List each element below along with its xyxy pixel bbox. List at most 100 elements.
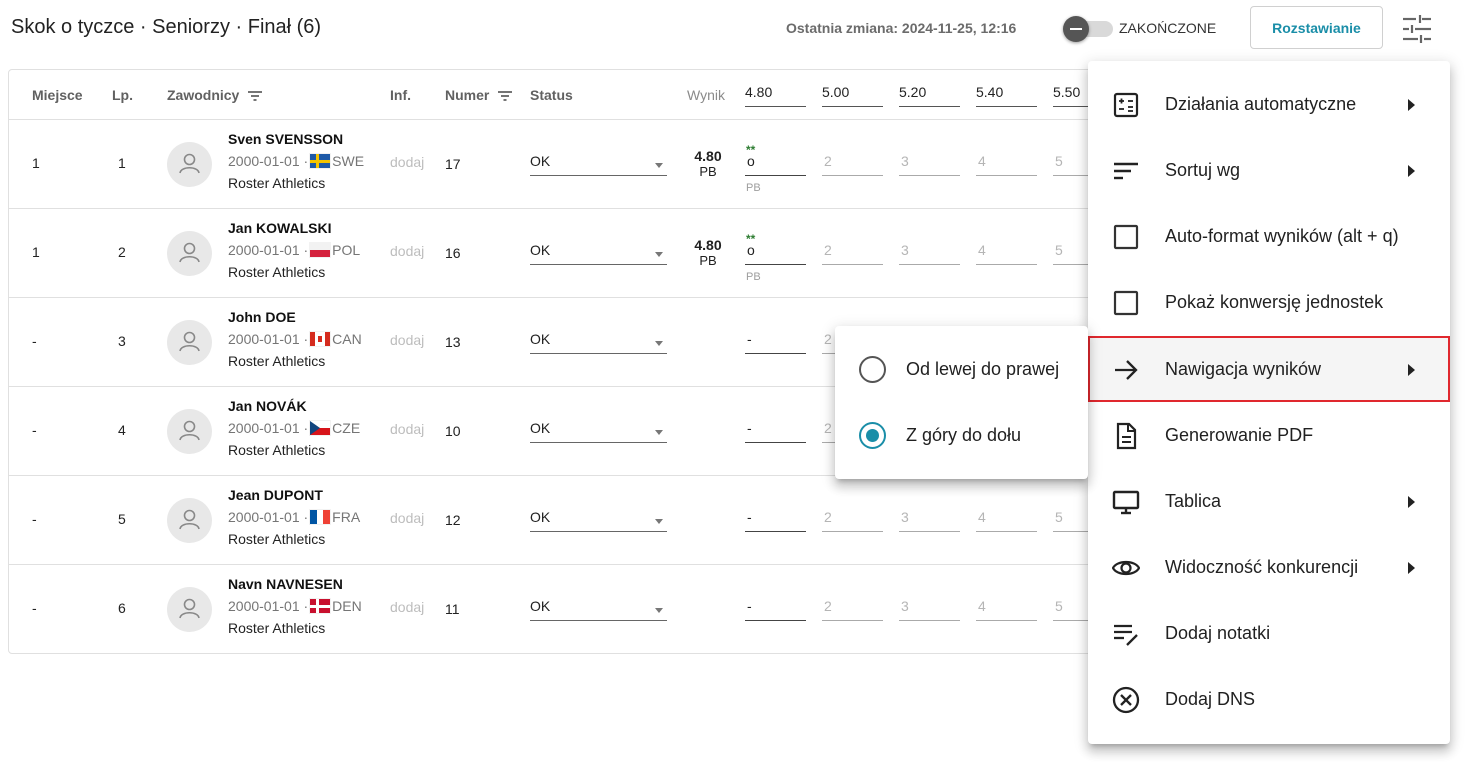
eye-icon bbox=[1112, 560, 1140, 576]
calculator-icon bbox=[1113, 92, 1139, 118]
attempt-input[interactable]: - bbox=[745, 598, 806, 621]
header-status: Status bbox=[530, 87, 573, 103]
athlete-details: 2000-01-01 · SWE bbox=[228, 153, 364, 169]
attempt-input[interactable]: o bbox=[745, 153, 806, 176]
menu-item-label: Pokaż konwersję jednostek bbox=[1165, 292, 1384, 312]
inf-add-link[interactable]: dodaj bbox=[390, 599, 424, 615]
menu-item-label: Generowanie PDF bbox=[1165, 425, 1314, 445]
athlete-dob: 2000-01-01 · bbox=[228, 153, 309, 169]
inf-add-link[interactable]: dodaj bbox=[390, 421, 424, 437]
menu-item-auto-format[interactable]: Auto-format wyników (alt + q) bbox=[1088, 203, 1450, 269]
athlete-country: DEN bbox=[332, 598, 362, 614]
attempt-placeholder: 2 bbox=[824, 331, 832, 347]
inf-add-link[interactable]: dodaj bbox=[390, 243, 424, 259]
height-input[interactable]: 5.00 bbox=[822, 82, 883, 107]
height-input[interactable]: 5.40 bbox=[976, 82, 1037, 107]
inf-add-link[interactable]: dodaj bbox=[390, 332, 424, 348]
option-left-to-right[interactable]: Od lewej do prawej bbox=[835, 337, 1088, 403]
attempt-input[interactable]: 2 bbox=[822, 242, 883, 265]
toggle-knob[interactable] bbox=[1063, 16, 1089, 42]
status-select[interactable]: OK bbox=[530, 420, 667, 443]
height-input[interactable]: 5.50 bbox=[1053, 82, 1093, 107]
attempt-input[interactable]: 4 bbox=[976, 242, 1037, 265]
attempt-input[interactable]: 2 bbox=[822, 509, 883, 532]
athlete-name[interactable]: Navn NAVNESEN bbox=[228, 576, 343, 592]
status-select[interactable]: OK bbox=[530, 509, 667, 532]
radio-button[interactable] bbox=[859, 356, 886, 383]
attempt-placeholder: 3 bbox=[901, 242, 909, 258]
dropdown-caret-icon bbox=[655, 608, 663, 613]
athlete-name[interactable]: Jan NOVÁK bbox=[228, 398, 307, 414]
menu-item-result-navigation[interactable]: Nawigacja wyników bbox=[1088, 336, 1450, 402]
status-select[interactable]: OK bbox=[530, 242, 667, 265]
header-lp[interactable]: Lp. bbox=[112, 87, 133, 103]
menu-item-unit-conversion[interactable]: Pokaż konwersję jednostek bbox=[1088, 269, 1450, 335]
avatar bbox=[167, 409, 212, 454]
athlete-club: Roster Athletics bbox=[228, 442, 326, 458]
attempt-input[interactable]: 4 bbox=[976, 509, 1037, 532]
attempt-input[interactable]: o bbox=[745, 242, 806, 265]
radio-button-selected[interactable] bbox=[859, 422, 886, 449]
menu-item-notes[interactable]: Dodaj notatki bbox=[1088, 600, 1450, 666]
lp-cell: 6 bbox=[118, 600, 126, 616]
menu-item-visibility[interactable]: Widoczność konkurencji bbox=[1088, 534, 1450, 600]
status-select[interactable]: OK bbox=[530, 153, 667, 176]
place-cell: - bbox=[32, 600, 37, 616]
header-athletes[interactable]: Zawodnicy bbox=[167, 87, 263, 103]
attempt-input[interactable]: 5 bbox=[1053, 509, 1093, 532]
attempt-input[interactable]: 4 bbox=[976, 598, 1037, 621]
athlete-name[interactable]: John DOE bbox=[228, 309, 296, 325]
attempt-input[interactable]: 3 bbox=[899, 598, 960, 621]
status-select[interactable]: OK bbox=[530, 598, 667, 621]
athlete-country: CAN bbox=[332, 331, 362, 347]
dropdown-caret-icon bbox=[655, 252, 663, 257]
attempt-input[interactable]: - bbox=[745, 331, 806, 354]
status-select[interactable]: OK bbox=[530, 331, 667, 354]
attempt-input[interactable]: 2 bbox=[822, 598, 883, 621]
attempt-input[interactable]: - bbox=[745, 509, 806, 532]
option-top-to-bottom[interactable]: Z góry do dołu bbox=[835, 403, 1088, 469]
menu-item-dns[interactable]: Dodaj DNS bbox=[1088, 666, 1450, 732]
attempt-input[interactable]: 5 bbox=[1053, 598, 1093, 621]
attempt-input[interactable]: 5 bbox=[1053, 153, 1093, 176]
finished-toggle[interactable] bbox=[1063, 15, 1115, 43]
height-input[interactable]: 5.20 bbox=[899, 82, 960, 107]
attempt-input[interactable]: 5 bbox=[1053, 242, 1093, 265]
attempt-input[interactable]: 3 bbox=[899, 153, 960, 176]
result-note: PB bbox=[699, 164, 717, 179]
attempt-placeholder: 2 bbox=[824, 242, 832, 258]
header-number[interactable]: Numer bbox=[445, 87, 513, 103]
filter-icon[interactable] bbox=[497, 90, 513, 102]
menu-item-auto-actions[interactable]: Działania automatyczne bbox=[1088, 71, 1450, 137]
menu-item-label: Tablica bbox=[1165, 491, 1222, 511]
checkbox-icon[interactable] bbox=[1112, 223, 1140, 251]
dropdown-caret-icon bbox=[655, 163, 663, 168]
tune-icon[interactable] bbox=[1400, 12, 1434, 46]
checkbox-icon[interactable] bbox=[1112, 289, 1140, 317]
attempt-input[interactable]: 2 bbox=[822, 153, 883, 176]
menu-item-label: Sortuj wg bbox=[1165, 160, 1241, 180]
inf-add-link[interactable]: dodaj bbox=[390, 510, 424, 526]
menu-item-pdf[interactable]: Generowanie PDF bbox=[1088, 402, 1450, 468]
attempt-input[interactable]: 4 bbox=[976, 153, 1037, 176]
menu-item-sort[interactable]: Sortuj wg bbox=[1088, 137, 1450, 203]
attempt-input[interactable]: 3 bbox=[899, 509, 960, 532]
actions-menu: Działania automatyczne Sortuj wg Auto-fo… bbox=[1088, 61, 1450, 744]
result-cell: 4.80 PB bbox=[685, 148, 731, 180]
athlete-name[interactable]: Jean DUPONT bbox=[228, 487, 323, 503]
athlete-name[interactable]: Jan KOWALSKI bbox=[228, 220, 331, 236]
filter-icon[interactable] bbox=[247, 90, 263, 102]
height-input[interactable]: 4.80 bbox=[745, 82, 806, 107]
person-icon bbox=[179, 242, 200, 263]
athlete-name[interactable]: Sven SVENSSON bbox=[228, 131, 343, 147]
attempt-input[interactable]: 3 bbox=[899, 242, 960, 265]
menu-item-board[interactable]: Tablica bbox=[1088, 468, 1450, 534]
header-place[interactable]: Miejsce bbox=[32, 87, 83, 103]
attempt-input[interactable]: - bbox=[745, 420, 806, 443]
attempt-placeholder: 2 bbox=[824, 153, 832, 169]
seeding-button[interactable]: Rozstawianie bbox=[1250, 6, 1383, 49]
dropdown-caret-icon bbox=[655, 341, 663, 346]
inf-add-link[interactable]: dodaj bbox=[390, 154, 424, 170]
attempt-placeholder: 5 bbox=[1055, 153, 1063, 169]
flag-icon bbox=[310, 421, 331, 435]
